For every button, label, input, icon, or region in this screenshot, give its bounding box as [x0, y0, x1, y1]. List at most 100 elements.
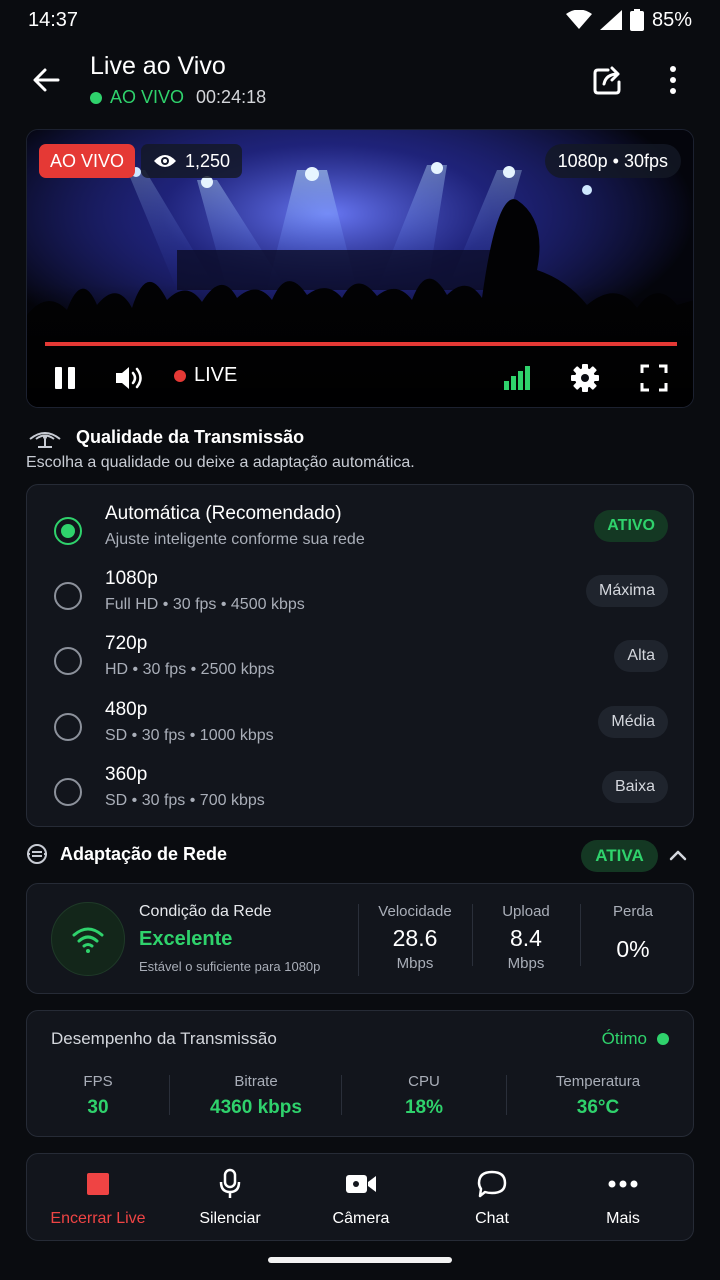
collapse-button[interactable] [666, 843, 690, 867]
quality-option-720p[interactable]: 720p HD • 30 fps • 2500 kbps Alta [27, 633, 693, 695]
quality-option-desc: Ajuste inteligente conforme sua rede [105, 531, 365, 548]
divider [358, 904, 359, 976]
quality-tag: Alta [614, 640, 668, 672]
more-horizontal-icon [608, 1180, 638, 1188]
speed-unit: Mbps [396, 955, 434, 972]
pause-button[interactable] [49, 360, 81, 396]
adaptation-title: Adaptação de Rede [60, 843, 228, 864]
quality-option-desc: Full HD • 30 fps • 4500 kbps [105, 596, 305, 613]
live-label: AO VIVO [110, 87, 185, 107]
quality-options-card: Automática (Recomendado) Ajuste intelige… [26, 484, 694, 827]
network-icon-circle [51, 902, 125, 976]
radio-button[interactable] [54, 778, 82, 806]
pause-icon [55, 367, 75, 389]
radio-button[interactable] [54, 582, 82, 610]
arrow-left-icon [33, 68, 60, 92]
fps-value: 30 [87, 1097, 109, 1118]
adaptation-status-badge: ATIVA [581, 840, 658, 872]
wifi-status-icon [565, 10, 592, 29]
upload-value: 8.4 [510, 925, 542, 951]
fullscreen-button[interactable] [637, 360, 671, 396]
upload-unit: Mbps [507, 955, 545, 972]
end-live-button[interactable]: Encerrar Live [33, 1168, 163, 1228]
temperature-value: 36°C [576, 1097, 620, 1118]
live-status-line: AO VIVO 00:24:18 [90, 87, 266, 108]
fullscreen-icon [640, 364, 668, 392]
upload-stat: Upload 8.4 Mbps [482, 903, 570, 972]
divider [580, 904, 581, 966]
more-options-button[interactable] [660, 62, 686, 98]
video-player[interactable]: AO VIVO 1,250 1080p • 30fps LIVE [26, 129, 694, 408]
chevron-up-icon [669, 850, 687, 861]
status-time: 14:37 [28, 8, 79, 31]
adaptation-section-header[interactable]: Adaptação de Rede [26, 843, 227, 865]
quality-option-title: 480p [105, 699, 148, 720]
bottom-action-bar: Encerrar Live Silenciar Câmera Chat Mais [26, 1153, 694, 1241]
video-camera-icon [346, 1175, 376, 1193]
back-button[interactable] [28, 62, 64, 98]
status-icons: 85% [565, 8, 692, 32]
quality-option-480p[interactable]: 480p SD • 30 fps • 1000 kbps Média [27, 699, 693, 761]
end-live-label: Encerrar Live [50, 1210, 146, 1227]
temperature-stat: Temperatura 36°C [532, 1073, 664, 1119]
quality-title: Qualidade da Transmissão [76, 426, 305, 447]
viewer-count: 1,250 [141, 144, 243, 178]
chat-bubble-icon [477, 1170, 507, 1198]
cpu-stat: CPU 18% [362, 1073, 486, 1119]
quality-tag-active: ATIVO [594, 510, 668, 542]
performance-status: Ótimo [602, 1029, 669, 1049]
bitrate-label: Bitrate [234, 1073, 278, 1090]
live-badge: AO VIVO [39, 144, 136, 178]
chat-button[interactable]: Chat [427, 1168, 557, 1228]
performance-card: Desempenho da Transmissão Ótimo FPS 30 B… [26, 1010, 694, 1137]
volume-button[interactable] [113, 360, 147, 396]
chat-label: Chat [475, 1210, 509, 1227]
live-indicator: LIVE [174, 364, 237, 387]
satellite-dish-icon [29, 432, 61, 448]
fps-label: FPS [83, 1073, 113, 1090]
more-button[interactable]: Mais [558, 1168, 688, 1228]
camera-button[interactable]: Câmera [296, 1168, 426, 1228]
more-vertical-icon [670, 66, 676, 94]
network-label: Condição da Rede [139, 903, 272, 920]
share-icon [593, 66, 621, 95]
mute-button[interactable]: Silenciar [165, 1168, 295, 1228]
cpu-label: CPU [408, 1073, 440, 1090]
quality-option-title: 1080p [105, 568, 158, 589]
microphone-icon [219, 1168, 241, 1198]
performance-status-text: Ótimo [601, 1029, 647, 1048]
live-dot [90, 91, 102, 104]
radio-button[interactable] [54, 647, 82, 675]
volume-icon [116, 367, 142, 389]
divider [169, 1075, 170, 1115]
quality-tag: Média [598, 706, 668, 738]
divider [506, 1075, 507, 1115]
settings-button[interactable] [569, 360, 601, 396]
quality-option-1080p[interactable]: 1080p Full HD • 30 fps • 4500 kbps Máxim… [27, 568, 693, 630]
home-indicator[interactable] [268, 1257, 452, 1263]
radio-button[interactable] [54, 713, 82, 741]
quality-option-desc: HD • 30 fps • 2500 kbps [105, 661, 275, 678]
quality-option-title: 720p [105, 633, 148, 654]
quality-option-title: 360p [105, 764, 148, 785]
battery-icon [629, 9, 644, 31]
signal-bars-icon [504, 366, 530, 390]
resolution-badge: 1080p • 30fps [544, 144, 681, 178]
quality-option-360p[interactable]: 360p SD • 30 fps • 700 kbps Baixa [27, 764, 693, 826]
quality-section-header: Qualidade da Transmissão [26, 425, 304, 449]
cell-signal-icon [599, 10, 622, 30]
camera-label: Câmera [332, 1210, 390, 1227]
signal-strength [501, 360, 533, 396]
quality-option-auto[interactable]: Automática (Recomendado) Ajuste intelige… [27, 503, 693, 565]
performance-title: Desempenho da Transmissão [51, 1029, 277, 1048]
network-condition-card: Condição da Rede Excelente Estável o suf… [26, 883, 694, 994]
radio-selected[interactable] [54, 517, 82, 545]
progress-bar[interactable] [45, 342, 677, 346]
elapsed-time: 00:24:18 [196, 87, 267, 107]
fps-stat: FPS 30 [45, 1073, 151, 1119]
battery-percent: 85% [651, 8, 692, 31]
quality-option-desc: SD • 30 fps • 1000 kbps [105, 727, 274, 744]
share-button[interactable] [590, 62, 626, 98]
divider [341, 1075, 342, 1115]
more-label: Mais [606, 1210, 640, 1227]
